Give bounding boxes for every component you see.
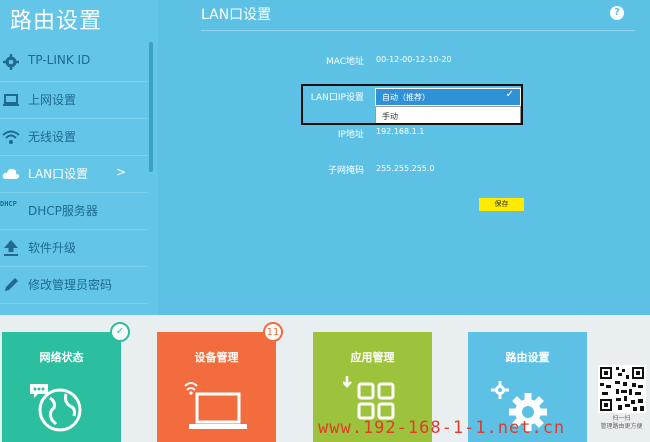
tile-network-status[interactable]: 网络状态 ✓ [2, 322, 130, 442]
app-tiles: 网络状态 ✓ 设备管理 11 应用管理 路由设置 扫一扫 管理路由更方便 www… [0, 315, 650, 442]
qr-caption: 扫一扫 管理路由更方便 [600, 415, 643, 430]
subnet-label: 子网掩码 [327, 166, 364, 176]
dhcp-icon: DHCP [0, 200, 17, 208]
sidebar-item-wireless[interactable]: 无线设置 [0, 119, 148, 156]
globe-icon [30, 384, 82, 432]
sidebar-item-label: 无线设置 [28, 130, 77, 144]
watermark: www.192-168-1-1.net.cn [318, 418, 566, 438]
sidebar-item-label: 修改管理员密码 [28, 278, 113, 292]
chevron-right-icon: > [116, 165, 127, 179]
tile-device-management[interactable]: 设备管理 11 [157, 322, 283, 442]
sidebar-item-lan[interactable]: LAN口设置 > [0, 156, 148, 193]
highlight-box [301, 84, 523, 125]
sidebar-item-tplink-id[interactable]: TP-LINK ID [0, 44, 148, 81]
app-title: 路由设置 [10, 9, 103, 34]
laptop-icon [3, 94, 19, 106]
sidebar-item-upgrade[interactable]: 软件升级 [0, 230, 148, 267]
ip-value[interactable]: 192.168.1.1 [376, 127, 424, 136]
mac-value: 00-12-00-12-10-20 [376, 55, 452, 64]
cloud-icon [2, 168, 20, 179]
sidebar-item-label: 软件升级 [28, 241, 77, 255]
sidebar-item-internet[interactable]: 上网设置 [0, 82, 148, 119]
sidebar-scrollbar[interactable] [149, 42, 153, 172]
tile-label: 设备管理 [194, 351, 239, 364]
sidebar-item-label: LAN口设置 [28, 167, 89, 181]
pencil-icon [5, 278, 18, 291]
subnet-value[interactable]: 255.255.255.0 [376, 164, 435, 173]
tile-label: 应用管理 [350, 351, 395, 364]
sidebar-item-dhcp[interactable]: DHCP DHCP服务器 [0, 193, 148, 230]
gear-icon [3, 54, 19, 70]
check-icon: ✓ [110, 322, 130, 342]
laptop-icon [184, 382, 247, 429]
sidebar-item-label: DHCP服务器 [28, 204, 98, 218]
mac-label: MAC地址 [325, 57, 364, 67]
wifi-icon [2, 130, 20, 144]
sidebar: 路由设置 TP-LINK ID 上网设置 无线设置 LAN口设置 > DHCP … [0, 0, 158, 315]
tile-label: 网络状态 [39, 351, 84, 364]
device-count-badge: 11 [263, 322, 283, 342]
sidebar-item-admin-password[interactable]: 修改管理员密码 [0, 267, 148, 304]
divider [201, 30, 635, 31]
help-icon[interactable]: ? [610, 6, 624, 20]
page-title: LAN口设置 [201, 7, 272, 23]
upload-icon [4, 240, 18, 256]
settings-area: 路由设置 TP-LINK ID 上网设置 无线设置 LAN口设置 > DHCP … [0, 0, 650, 315]
divider [0, 303, 148, 304]
lan-settings-panel: LAN口设置 ? MAC地址 00-12-00-12-10-20 LAN口IP设… [158, 0, 650, 315]
qr-code [598, 365, 646, 413]
sidebar-item-label: 上网设置 [28, 93, 77, 107]
save-button[interactable]: 保存 [479, 198, 524, 211]
tile-label: 路由设置 [505, 351, 550, 364]
ip-label: IP地址 [337, 130, 364, 140]
sidebar-item-label: TP-LINK ID [28, 53, 91, 67]
